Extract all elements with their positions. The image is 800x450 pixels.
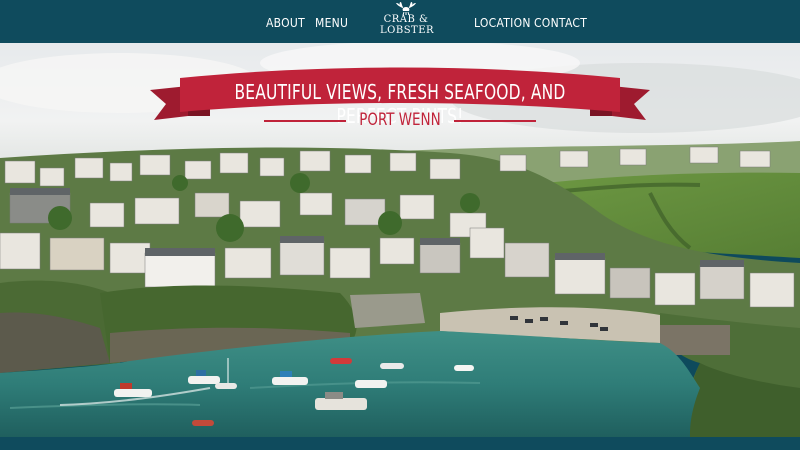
bottom-strip [0,437,800,450]
location-name: PORT WENN [359,110,441,130]
nav-link-contact[interactable]: CONTACT [534,15,587,31]
nav-link-about[interactable]: ABOUT [266,15,305,31]
site-logo[interactable]: CRAB & LOBSTER [380,2,435,42]
nav-link-location[interactable]: LOCATION [474,15,531,31]
hero-location-heading: PORT WENN [264,110,536,130]
logo-text-line2: LOBSTER [380,25,435,36]
top-navigation-bar: ABOUT MENU CRAB & LOBSTER LOCATION CONTA… [0,0,800,43]
divider-line-left [264,120,346,122]
logo-text-line1: CRAB & [383,14,429,25]
divider-line-right [454,120,536,122]
nav-link-menu[interactable]: MENU [315,15,348,31]
